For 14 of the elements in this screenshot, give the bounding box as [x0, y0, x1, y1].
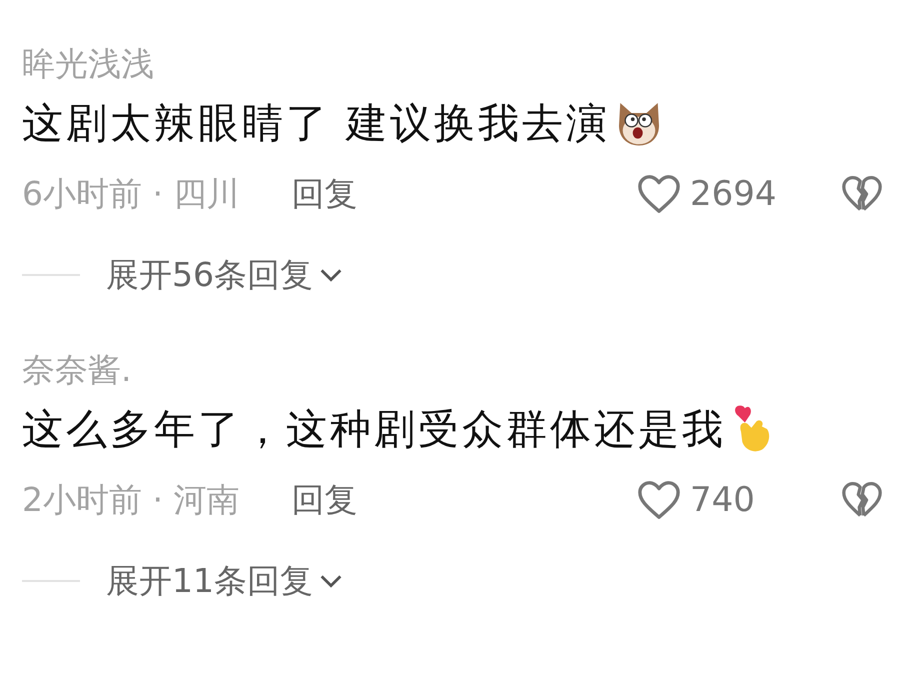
reply-button[interactable]: 回复: [291, 172, 358, 216]
time-location: 6小时前 · 四川: [22, 172, 240, 214]
expand-replies-button[interactable]: 展开56条回复: [106, 252, 343, 298]
like-count: 2694: [690, 174, 778, 214]
comment-text: 这剧太辣眼睛了 建议换我去演: [22, 98, 610, 148]
heart-icon[interactable]: [636, 173, 682, 215]
heart-icon[interactable]: [636, 479, 682, 521]
reply-button[interactable]: 回复: [291, 478, 358, 522]
chevron-down-icon: [319, 268, 343, 282]
time-location: 2小时前 · 河南: [22, 478, 240, 520]
like-count: 740: [690, 480, 756, 520]
comment-text: 这么多年了，这种剧受众群体还是我: [22, 404, 726, 454]
expand-replies-button[interactable]: 展开11条回复: [106, 558, 343, 604]
chevron-down-icon: [319, 574, 343, 588]
